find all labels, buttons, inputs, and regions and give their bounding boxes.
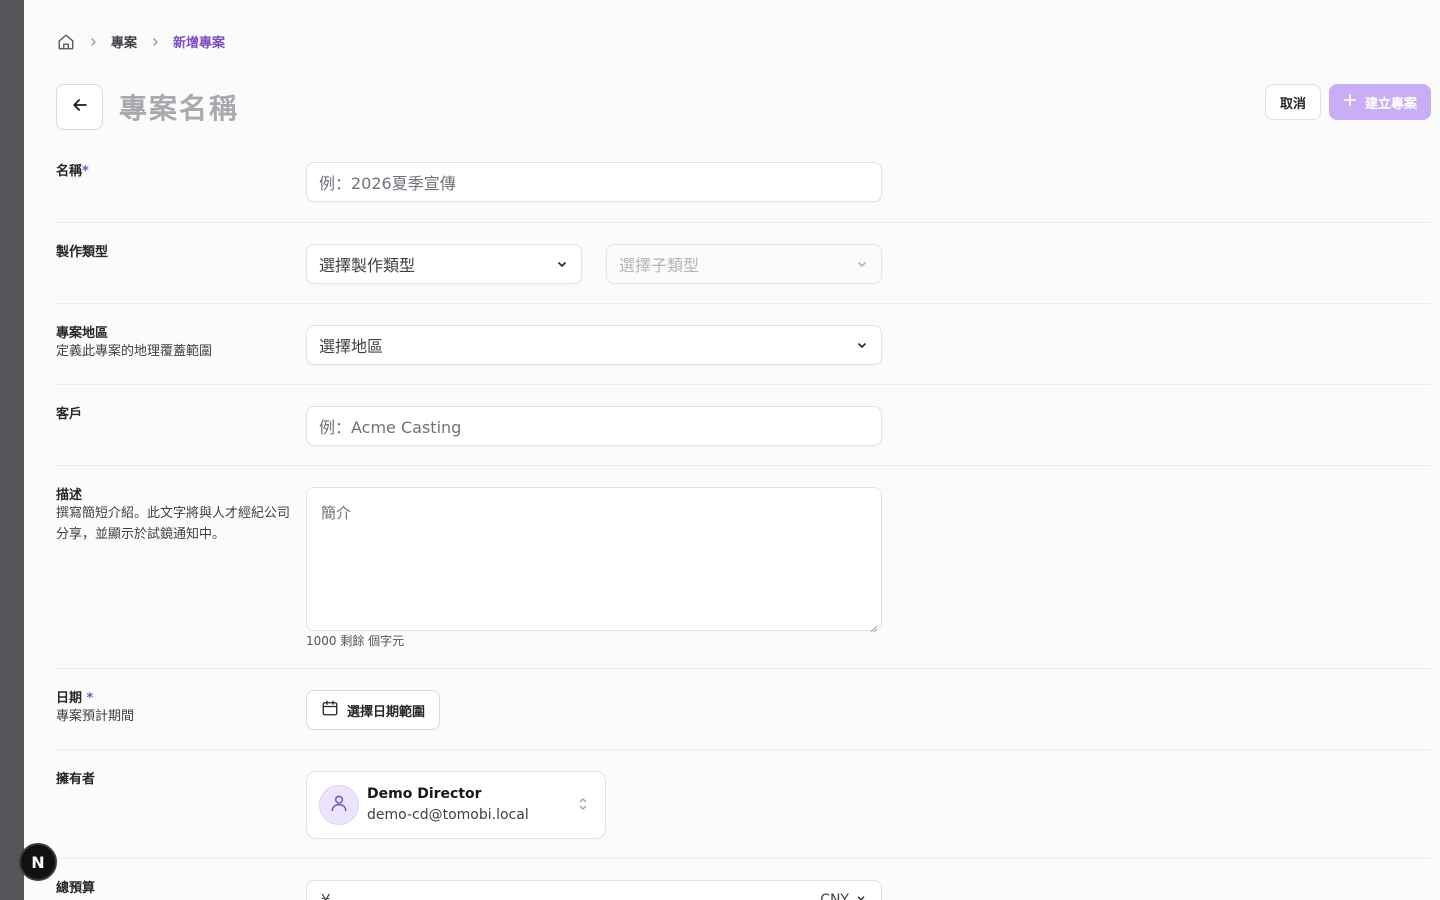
- calendar-icon: [321, 699, 339, 721]
- client-input[interactable]: 例：Acme Casting: [306, 406, 882, 446]
- page-title[interactable]: 專案名稱: [119, 87, 239, 127]
- page-header: 專案名稱: [56, 84, 239, 130]
- currency-code: CNY: [820, 892, 849, 900]
- subtype-select-text: 選擇子類型: [619, 256, 700, 275]
- chevron-down-icon: [855, 338, 869, 352]
- owner-name: Demo Director: [367, 786, 482, 802]
- plus-icon: [1343, 93, 1357, 111]
- back-button[interactable]: [56, 84, 103, 130]
- form-row-production-type: 製作類型 選擇製作類型 選擇子類型: [56, 222, 1431, 303]
- breadcrumb-projects[interactable]: 專案: [111, 32, 137, 51]
- required-mark: *: [82, 164, 89, 179]
- description-help: 撰寫簡短介紹。此文字將與人才經紀公司分享，並顯示於試鏡通知中。: [56, 506, 291, 542]
- chevron-down-icon: [855, 892, 867, 900]
- dates-label: 日期 *: [56, 687, 93, 706]
- floating-n-badge[interactable]: N: [19, 843, 57, 881]
- user-icon: [329, 793, 349, 817]
- form-row-description: 描述 撰寫簡短介紹。此文字將與人才經紀公司分享，並顯示於試鏡通知中。 簡介 10…: [56, 465, 1431, 668]
- create-project-button[interactable]: 建立專案: [1328, 84, 1431, 120]
- create-project-label: 建立專案: [1364, 96, 1417, 112]
- owner-label: 擁有者: [56, 772, 96, 787]
- description-placeholder: 簡介: [321, 504, 352, 522]
- name-input[interactable]: 例：2026夏季宣傳: [306, 162, 882, 202]
- form-row-budget: 總預算 ¥ CNY: [56, 858, 1431, 900]
- resize-handle-icon[interactable]: [870, 619, 878, 633]
- production-type-select[interactable]: 選擇製作類型: [306, 244, 582, 284]
- description-textarea[interactable]: 簡介: [306, 487, 882, 633]
- chevron-down-icon: [855, 257, 869, 271]
- char-count: 1000 剩餘 個字元: [306, 634, 405, 648]
- header-actions: 取消 建立專案: [1264, 84, 1431, 120]
- form-row-dates: 日期 * 專案預計期間 選擇日期範圍: [56, 668, 1431, 749]
- description-label: 描述: [56, 488, 83, 503]
- dates-label-text: 日期: [56, 691, 83, 706]
- chevron-down-icon: [555, 257, 569, 271]
- breadcrumb-new-project: 新增專案: [173, 36, 226, 51]
- region-description: 定義此專案的地理覆蓋範圍: [56, 344, 213, 359]
- production-type-select-text: 選擇製作類型: [319, 256, 416, 275]
- name-label-text: 名稱: [56, 164, 83, 179]
- budget-label: 總預算: [56, 881, 96, 896]
- owner-info: Demo Director demo-cd@tomobi.local: [367, 784, 529, 826]
- arrow-left-icon: [70, 95, 90, 119]
- region-label: 專案地區: [56, 326, 109, 341]
- chevron-up-down-icon: [577, 796, 589, 812]
- form-row-owner: 擁有者 Demo Director demo-cd@tomobi.local: [56, 749, 1431, 858]
- region-select-text: 選擇地區: [319, 337, 384, 356]
- client-label: 客戶: [56, 407, 83, 422]
- form-row-name: 名稱* 例：2026夏季宣傳: [56, 142, 1431, 222]
- client-input-placeholder: 例：Acme Casting: [319, 418, 462, 437]
- cancel-button[interactable]: 取消: [1264, 84, 1321, 120]
- currency-symbol: ¥: [321, 891, 331, 900]
- name-label: 名稱*: [56, 160, 89, 179]
- owner-email: demo-cd@tomobi.local: [367, 807, 529, 823]
- budget-input[interactable]: ¥ CNY: [306, 880, 882, 900]
- region-select[interactable]: 選擇地區: [306, 325, 882, 365]
- chevron-right-icon: [149, 36, 161, 48]
- owner-select[interactable]: Demo Director demo-cd@tomobi.local: [306, 771, 606, 839]
- form-row-client: 客戶 例：Acme Casting: [56, 384, 1431, 465]
- dates-description: 專案預計期間: [56, 709, 135, 724]
- left-rail: [0, 0, 24, 900]
- required-mark: *: [86, 691, 94, 706]
- name-input-placeholder: 例：2026夏季宣傳: [319, 174, 456, 193]
- main-page: 專案 新增專案 專案名稱 取消 建立專案 名稱* 例：2026夏季宣傳 製作類型…: [24, 0, 1440, 900]
- home-icon[interactable]: [57, 33, 75, 51]
- production-type-label: 製作類型: [56, 245, 109, 260]
- breadcrumb: 專案 新增專案: [57, 32, 225, 51]
- chevron-right-icon: [87, 36, 99, 48]
- date-range-label: 選擇日期範圍: [347, 704, 426, 720]
- date-range-button[interactable]: 選擇日期範圍: [306, 690, 441, 730]
- currency-select[interactable]: CNY: [820, 892, 867, 900]
- avatar: [319, 785, 359, 825]
- subtype-select[interactable]: 選擇子類型: [606, 244, 882, 284]
- form-row-region: 專案地區 定義此專案的地理覆蓋範圍 選擇地區: [56, 303, 1431, 384]
